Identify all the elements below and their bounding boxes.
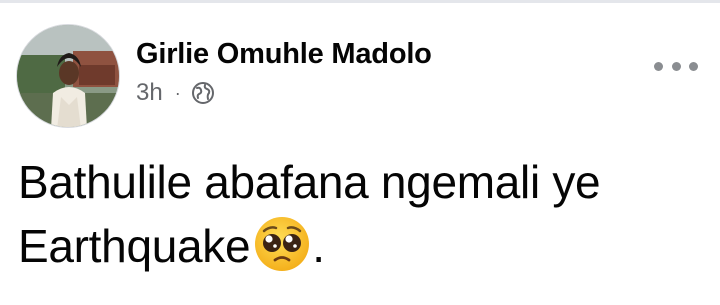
more-horizontal-icon bbox=[654, 61, 663, 71]
post-meta: 3h · bbox=[136, 78, 215, 108]
author-name[interactable]: Girlie Omuhle Madolo bbox=[136, 38, 432, 71]
more-horizontal-icon bbox=[671, 61, 681, 71]
pleading-face-emoji-icon bbox=[252, 214, 312, 274]
globe-icon[interactable] bbox=[191, 81, 215, 105]
meta-separator: · bbox=[174, 83, 181, 103]
more-horizontal-icon bbox=[689, 61, 698, 71]
post-text-line: Bathulile abafana ngemali ye bbox=[18, 156, 601, 208]
more-options-button[interactable] bbox=[654, 52, 698, 80]
post-text-period: . bbox=[312, 220, 325, 272]
avatar[interactable] bbox=[16, 24, 120, 128]
avatar-photo bbox=[17, 25, 119, 127]
post-text-line: Earthquake bbox=[18, 220, 251, 272]
post-card: Girlie Omuhle Madolo 3h · Bathulile abaf… bbox=[0, 0, 720, 305]
post-timestamp[interactable]: 3h bbox=[136, 79, 163, 107]
post-text: Bathulile abafana ngemali ye Earthquake bbox=[18, 150, 708, 278]
